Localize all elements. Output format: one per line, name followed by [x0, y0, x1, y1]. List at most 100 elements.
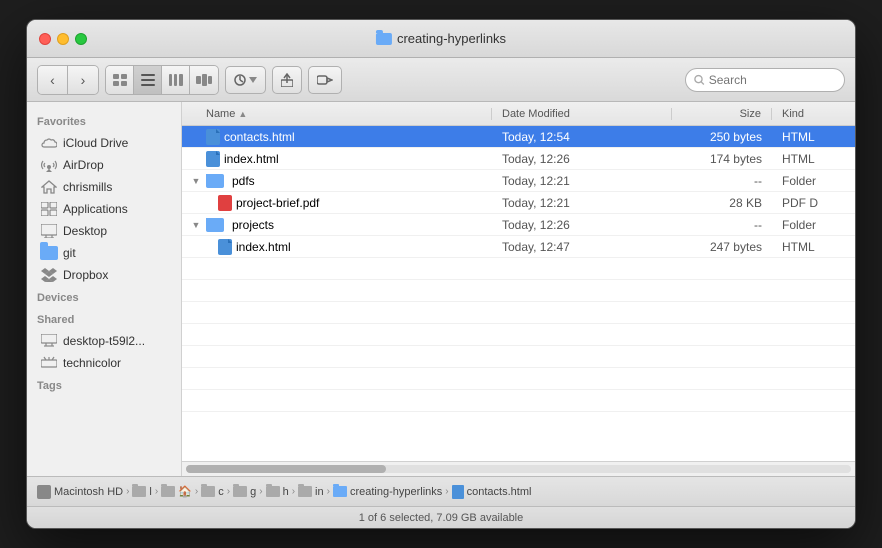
back-button[interactable]: ‹ — [38, 66, 68, 94]
file-row-projects-index[interactable]: index.html Today, 12:47 247 bytes HTML — [182, 236, 855, 258]
bc-separator: › — [195, 486, 198, 497]
bc-l[interactable]: l — [132, 486, 151, 498]
bc-h[interactable]: h — [266, 486, 289, 498]
sidebar-item-label: technicolor — [63, 356, 121, 370]
file-pane: Name ▲ Date Modified Size Kind — [182, 102, 855, 476]
file-kind: Folder — [772, 218, 855, 232]
file-header: Name ▲ Date Modified Size Kind — [182, 102, 855, 126]
bc-separator: › — [445, 486, 448, 497]
search-box[interactable] — [685, 68, 845, 92]
file-kind: Folder — [772, 174, 855, 188]
bc-c[interactable]: c — [201, 486, 224, 498]
close-button[interactable] — [39, 33, 51, 45]
bc-label: Macintosh HD — [54, 486, 123, 498]
sidebar-item-technicolor[interactable]: technicolor — [31, 352, 177, 374]
bc-folder-icon — [161, 486, 175, 497]
col-name-header[interactable]: Name ▲ — [182, 108, 492, 120]
sidebar-item-label: desktop-t59l2... — [63, 334, 145, 348]
file-name-cell: index.html — [182, 239, 492, 255]
sidebar-item-airdrop[interactable]: AirDrop — [31, 154, 177, 176]
view-columns-button[interactable] — [162, 66, 190, 94]
dropbox-icon — [41, 267, 57, 283]
toolbar: ‹ › — [27, 58, 855, 102]
minimize-button[interactable] — [57, 33, 69, 45]
view-list-button[interactable] — [134, 66, 162, 94]
file-kind: HTML — [772, 152, 855, 166]
file-size: 28 KB — [672, 196, 772, 210]
bc-separator: › — [327, 486, 330, 497]
bc-contacts-html[interactable]: contacts.html — [452, 485, 532, 499]
home-icon — [41, 179, 57, 195]
sidebar-item-git[interactable]: git — [31, 242, 177, 264]
maximize-button[interactable] — [75, 33, 87, 45]
view-icon-button[interactable] — [106, 66, 134, 94]
file-name-cell: project-brief.pdf — [182, 195, 492, 211]
breadcrumb-bar: Macintosh HD › l › 🏠 › c › g › — [27, 476, 855, 506]
col-size-header[interactable]: Size — [672, 108, 772, 120]
bc-folder-icon — [132, 486, 146, 497]
sidebar-item-chrismills[interactable]: chrismills — [31, 176, 177, 198]
favorites-label: Favorites — [27, 110, 181, 132]
bc-label: creating-hyperlinks — [350, 486, 442, 498]
file-name: pdfs — [228, 174, 255, 188]
status-text: 1 of 6 selected, 7.09 GB available — [359, 512, 524, 524]
forward-button[interactable]: › — [68, 66, 98, 94]
router-icon — [41, 355, 57, 371]
file-row-index-html[interactable]: index.html Today, 12:26 174 bytes HTML — [182, 148, 855, 170]
html-file-icon — [206, 151, 220, 167]
tag-button[interactable] — [308, 66, 342, 94]
bc-folder-icon — [201, 486, 215, 497]
sidebar-item-desktop[interactable]: Desktop — [31, 220, 177, 242]
file-row-project-brief[interactable]: project-brief.pdf Today, 12:21 28 KB PDF… — [182, 192, 855, 214]
sort-arrow: ▲ — [238, 109, 247, 119]
html-file-icon — [218, 239, 232, 255]
search-icon — [694, 74, 705, 86]
shared-label: Shared — [27, 308, 181, 330]
search-input[interactable] — [709, 73, 836, 87]
file-size: 247 bytes — [672, 240, 772, 254]
devices-label: Devices — [27, 286, 181, 308]
bc-label: contacts.html — [467, 486, 532, 498]
bc-folder-icon — [266, 486, 280, 497]
sidebar-item-label: AirDrop — [63, 158, 104, 172]
bc-separator: › — [126, 486, 129, 497]
nav-buttons: ‹ › — [37, 65, 99, 95]
bc-separator: › — [155, 486, 158, 497]
bc-label: c — [218, 486, 224, 498]
bc-folder-icon-blue — [333, 486, 347, 497]
file-row-pdfs[interactable]: ▼ pdfs Today, 12:21 -- Folder — [182, 170, 855, 192]
horizontal-scrollbar[interactable] — [182, 461, 855, 476]
file-row-empty — [182, 346, 855, 368]
bc-macintosh-hd[interactable]: Macintosh HD — [37, 485, 123, 499]
sidebar-item-desktop-t59[interactable]: desktop-t59l2... — [31, 330, 177, 352]
bc-label: 🏠 — [178, 485, 192, 498]
file-row-contacts-html[interactable]: contacts.html Today, 12:54 250 bytes HTM… — [182, 126, 855, 148]
file-row-projects[interactable]: ▼ projects Today, 12:26 -- Folder — [182, 214, 855, 236]
file-name: index.html — [224, 152, 279, 166]
bc-separator: › — [292, 486, 295, 497]
bc-in[interactable]: in — [298, 486, 324, 498]
file-kind: HTML — [772, 240, 855, 254]
sidebar-item-label: Applications — [63, 202, 128, 216]
sidebar-item-applications[interactable]: Applications — [31, 198, 177, 220]
view-buttons — [105, 65, 219, 95]
file-name-cell: index.html — [182, 151, 492, 167]
col-kind-header[interactable]: Kind — [772, 108, 855, 120]
col-modified-header[interactable]: Date Modified — [492, 108, 672, 120]
bc-separator: › — [259, 486, 262, 497]
bc-g[interactable]: g — [233, 486, 256, 498]
sidebar-item-dropbox[interactable]: Dropbox — [31, 264, 177, 286]
file-date: Today, 12:21 — [492, 196, 672, 210]
bc-creating-hyperlinks[interactable]: creating-hyperlinks — [333, 486, 442, 498]
view-cover-button[interactable] — [190, 66, 218, 94]
share-button[interactable] — [272, 66, 302, 94]
scrollbar-thumb[interactable] — [186, 465, 386, 473]
file-row-empty — [182, 324, 855, 346]
sidebar-item-icloud[interactable]: iCloud Drive — [31, 132, 177, 154]
action-button[interactable] — [225, 66, 266, 94]
bc-home[interactable]: 🏠 — [161, 485, 192, 498]
sidebar-item-label: Desktop — [63, 224, 107, 238]
file-name-cell: contacts.html — [182, 129, 492, 145]
bc-separator: › — [227, 486, 230, 497]
expand-arrow: ▼ — [190, 220, 202, 230]
